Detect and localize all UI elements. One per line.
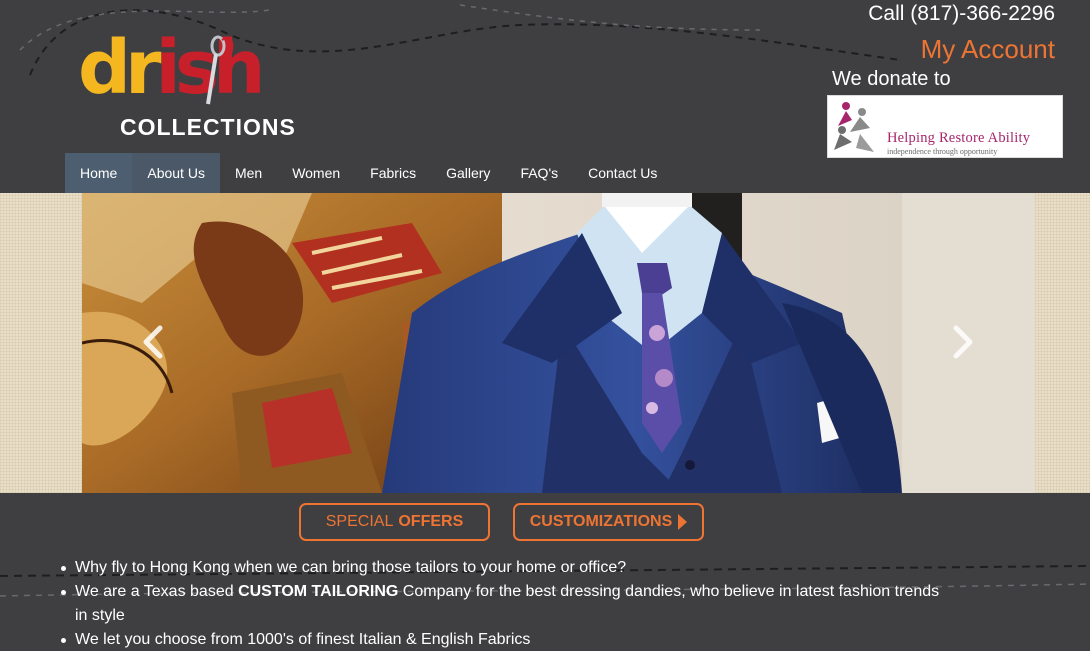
carousel-prev-button[interactable] [138,320,168,364]
bullet-text-2-bold: CUSTOM TAILORING [238,583,399,600]
bullet-text-2-pre: We are a Texas based [75,583,239,600]
feature-list: Why fly to Hong Kong when we can bring t… [61,556,955,651]
logo-word-left: dr [78,25,162,111]
main-nav: Home About Us Men Women Fabrics Gallery … [65,153,672,193]
chevron-right-icon [953,325,973,359]
phone-number[interactable]: Call (817)-366-2296 [868,2,1055,26]
logo-subtitle: COLLECTIONS [120,114,296,140]
nav-item-contact-us[interactable]: Contact Us [573,153,672,193]
customizations-label: CUSTOMIZATIONS [529,513,673,530]
needle-thread-icon [206,35,234,105]
charity-logo[interactable]: Helping Restore Ability independence thr… [827,95,1063,158]
carousel-next-button[interactable] [948,320,978,364]
charity-tagline: independence through opportunity [887,147,998,156]
list-item: We are a Texas based CUSTOM TAILORING Co… [61,580,955,628]
my-account-link[interactable]: My Account [921,34,1055,65]
special-offers-button[interactable]: SPECIAL OFFERS [299,503,490,541]
nav-item-women[interactable]: Women [277,153,355,193]
donate-text: We donate to [832,68,951,90]
bullet-text-3: We let you choose from 1000's of finest … [75,631,531,648]
nav-item-faqs[interactable]: FAQ's [505,153,573,193]
play-arrow-icon [678,514,688,530]
charity-name: Helping Restore Ability [887,130,1031,146]
suit-photo [82,193,1035,493]
bullet-text-1: Why fly to Hong Kong when we can bring t… [75,559,627,576]
nav-item-home[interactable]: Home [65,153,133,193]
nav-item-fabrics[interactable]: Fabrics [355,153,431,193]
special-offers-label-thin: SPECIAL [325,513,394,530]
nav-item-men[interactable]: Men [220,153,277,193]
charity-figures-icon [834,102,874,152]
nav-item-gallery[interactable]: Gallery [431,153,505,193]
hero-slide-image [82,193,1035,493]
special-offers-label-bold: OFFERS [398,513,464,530]
list-item: We let you choose from 1000's of finest … [61,628,955,651]
nav-item-about-us[interactable]: About Us [132,153,220,193]
site-logo[interactable]: drish COLLECTIONS [78,28,308,143]
customizations-button[interactable]: CUSTOMIZATIONS [513,503,704,541]
chevron-left-icon [143,325,163,359]
list-item: Why fly to Hong Kong when we can bring t… [61,556,955,580]
